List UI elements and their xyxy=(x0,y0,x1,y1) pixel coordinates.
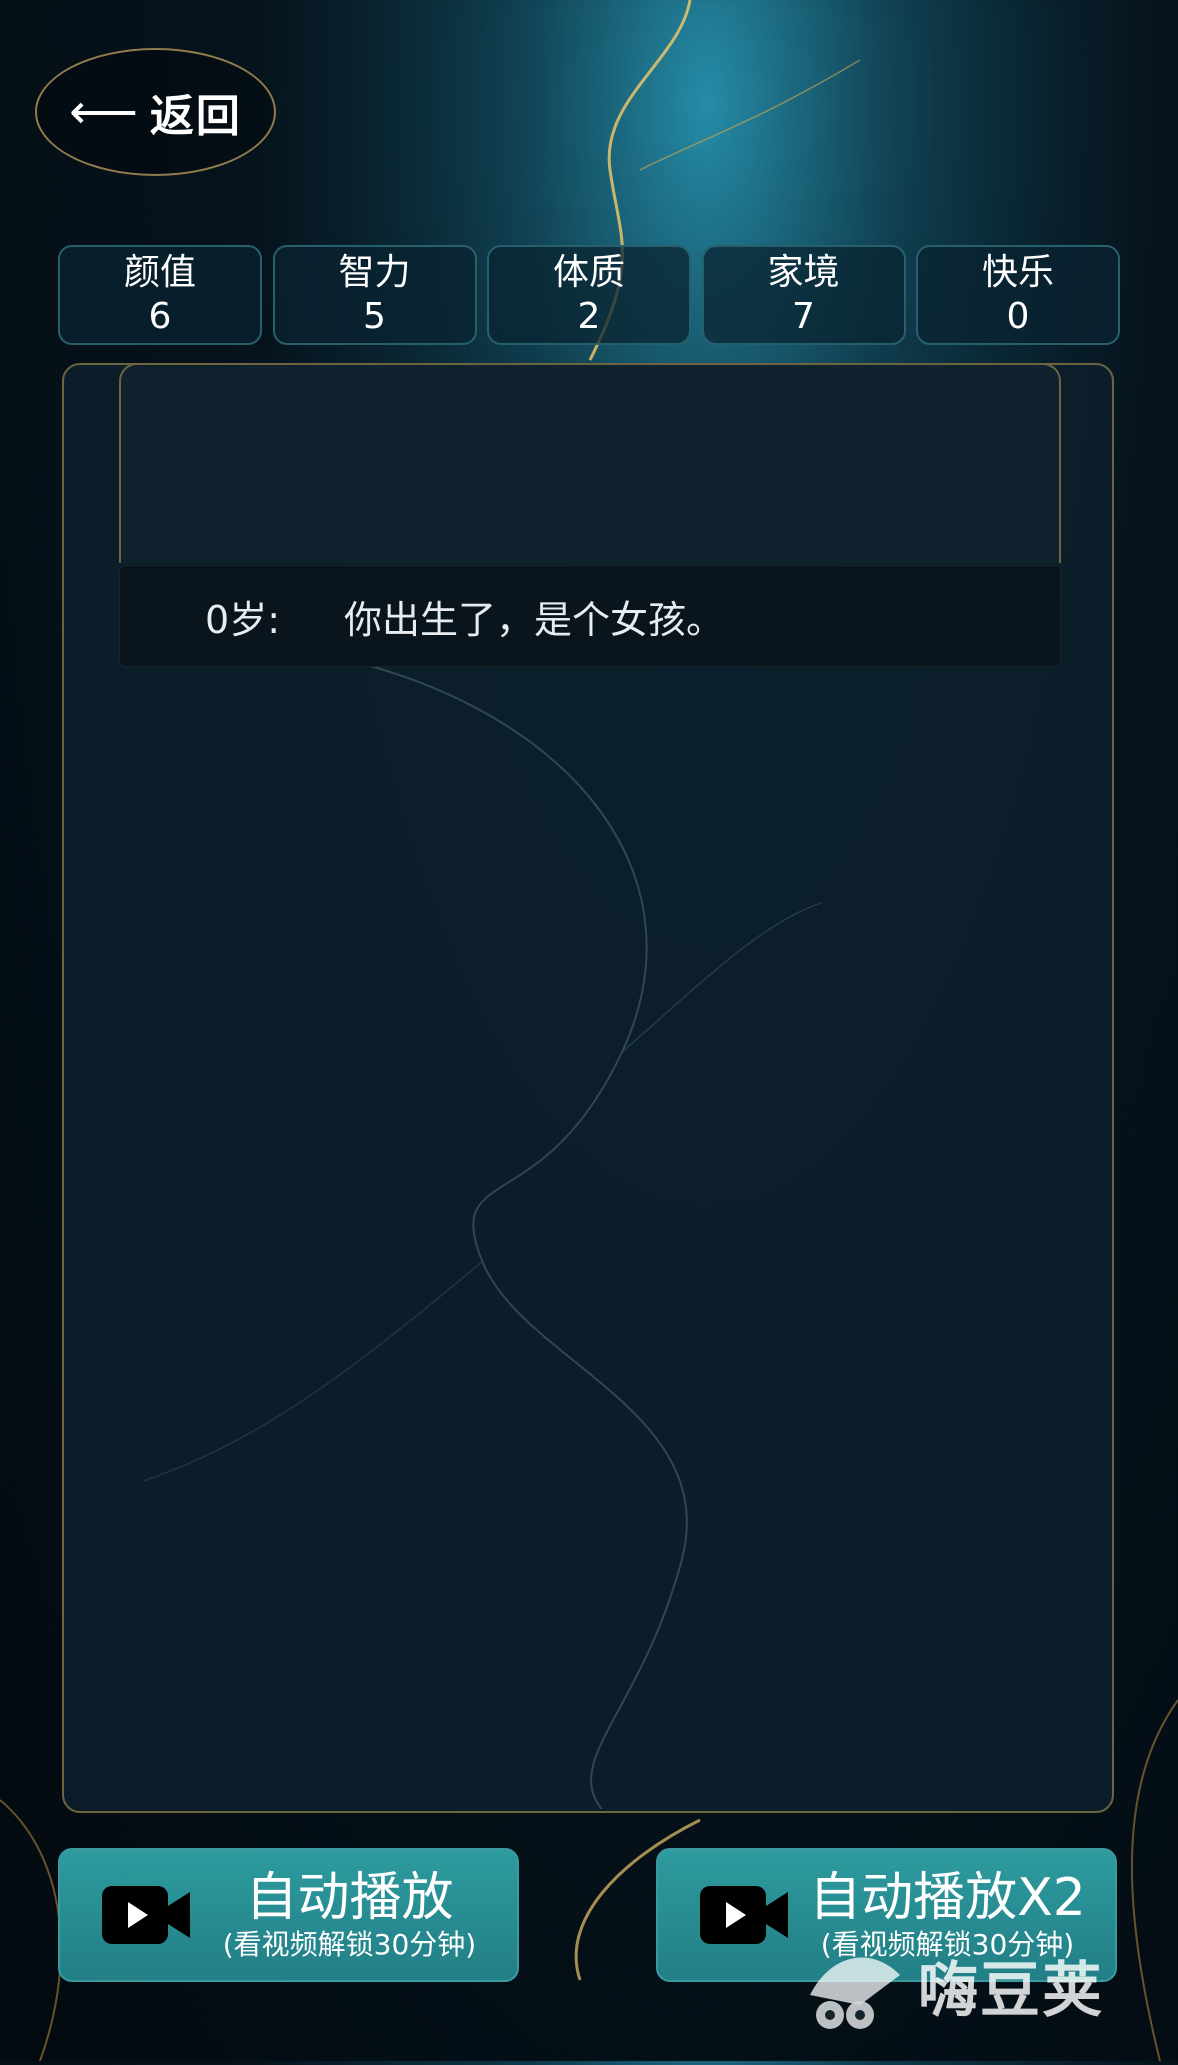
event-text: 你出生了，是个女孩。 xyxy=(344,597,725,642)
stats-row: 颜值 6 智力 5 体质 2 家境 7 快乐 0 xyxy=(58,245,1120,345)
stat-value: 7 xyxy=(792,296,815,337)
stat-value: 2 xyxy=(577,296,601,337)
auto-play-sublabel: (看视频解锁30分钟) xyxy=(222,1928,477,1961)
video-camera-icon xyxy=(700,1886,788,1944)
stat-label: 颜值 xyxy=(123,252,196,293)
stat-label: 智力 xyxy=(338,252,411,293)
list-item: 0岁: 你出生了，是个女孩。 xyxy=(119,565,1061,667)
video-camera-icon xyxy=(102,1886,190,1944)
auto-play-x2-label: 自动播放X2 xyxy=(809,1868,1086,1928)
auto-play-button[interactable]: 自动播放 (看视频解锁30分钟) xyxy=(58,1848,519,1982)
event-age: 0岁: xyxy=(205,597,280,642)
life-events-panel[interactable]: 0岁: 你出生了，是个女孩。 xyxy=(62,363,1114,1813)
watermark-text: 嗨豆荚 xyxy=(918,1955,1104,2026)
panel-header-area xyxy=(119,365,1061,563)
auto-play-texts: 自动播放 (看视频解锁30分钟) xyxy=(182,1868,517,1962)
stat-value: 5 xyxy=(363,296,386,337)
stat-intelligence: 智力 5 xyxy=(272,245,477,345)
stat-family: 家境 7 xyxy=(701,245,906,345)
stat-label: 体质 xyxy=(552,252,625,293)
stat-label: 家境 xyxy=(767,252,840,293)
stat-label: 快乐 xyxy=(981,252,1054,293)
stat-value: 6 xyxy=(148,296,172,337)
back-button-label: 返回 xyxy=(149,91,242,142)
back-button[interactable]: ⟵ 返回 xyxy=(35,48,276,176)
stat-value: 0 xyxy=(1006,296,1030,337)
stat-constitution: 体质 2 xyxy=(487,245,691,345)
stat-happiness: 快乐 0 xyxy=(916,245,1120,345)
auto-play-label: 自动播放 xyxy=(245,1868,454,1928)
back-arrow-icon: ⟵ xyxy=(69,84,138,140)
stat-appearance: 颜值 6 xyxy=(58,245,262,345)
watermark-logo-icon xyxy=(810,1957,900,2029)
watermark: 嗨豆荚 xyxy=(800,1935,1140,2035)
